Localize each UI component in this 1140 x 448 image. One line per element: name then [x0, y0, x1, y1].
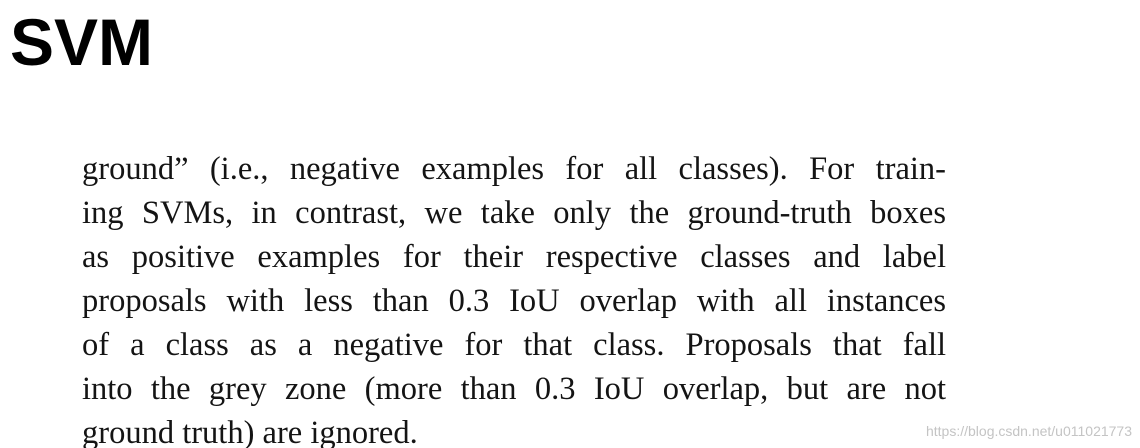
- excerpt-line: proposals with less than 0.3 IoU overlap…: [82, 283, 946, 319]
- excerpt-line: ground” (i.e., negative examples for all…: [82, 151, 946, 187]
- page: SVM ground” (i.e., negative examples for…: [0, 0, 1140, 448]
- excerpt-line: of a class as a negative for that class.…: [82, 327, 946, 363]
- paper-excerpt: ground” (i.e., negative examples for all…: [82, 147, 946, 448]
- excerpt-line: ing SVMs, in contrast, we take only the …: [82, 195, 946, 231]
- excerpt-line: ground truth) are ignored.: [82, 415, 418, 448]
- watermark-url: https://blog.csdn.net/u011021773: [925, 423, 1132, 439]
- excerpt-line: into the grey zone (more than 0.3 IoU ov…: [82, 371, 946, 407]
- excerpt-line: as positive examples for their respectiv…: [82, 239, 946, 275]
- page-title: SVM: [10, 5, 154, 79]
